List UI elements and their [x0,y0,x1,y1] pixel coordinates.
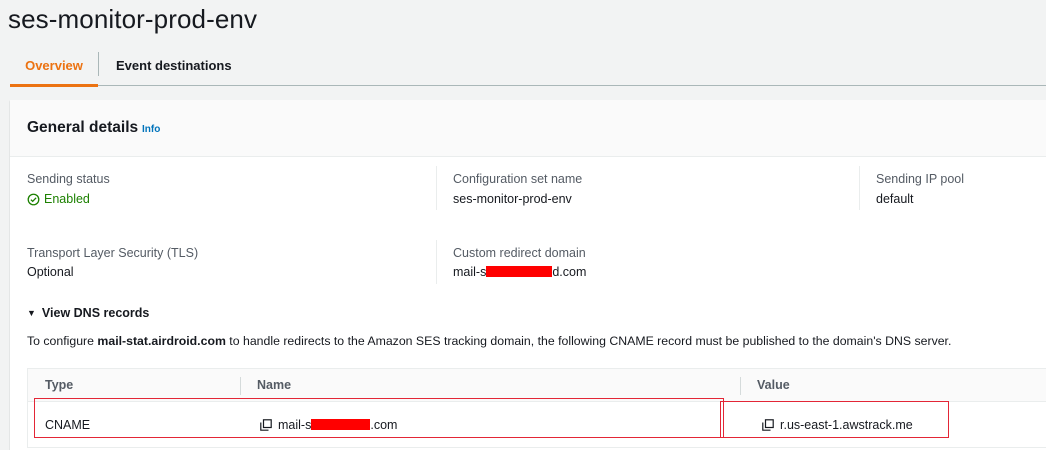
caret-down-icon: ▼ [27,308,36,318]
column-divider [436,240,437,284]
redirect-domain-suffix: d.com [552,265,587,279]
redirect-domain-prefix: mail-s [453,265,487,279]
dns-desc-prefix: To configure [27,334,98,348]
config-set-name-value: ses-monitor-prod-env [453,192,572,206]
status-positive-icon [27,193,40,205]
tab-overview[interactable]: Overview [10,44,98,87]
tls-label: Transport Layer Security (TLS) [27,246,199,260]
ip-pool-label: Sending IP pool [876,172,965,186]
panel-header: General details Info [10,100,1046,157]
sending-status-label: Sending status [27,172,110,186]
general-details-panel: General details Info Sending status Enab… [10,100,1046,450]
view-dns-records-toggle[interactable]: ▼ View DNS records [27,306,149,320]
column-header-value[interactable]: Value [757,378,790,392]
panel-title: General details [27,119,139,136]
column-header-type[interactable]: Type [45,378,73,392]
redirect-domain-label: Custom redirect domain [453,246,586,260]
info-link[interactable]: Info [142,124,160,135]
redirect-domain-value: mail-s d.com [453,265,586,279]
redaction-bar [486,266,553,277]
ip-pool-value: default [876,192,914,206]
tab-event-destinations[interactable]: Event destinations [116,44,232,86]
tls-value: Optional [27,265,74,279]
sending-status-value: Enabled [27,192,90,206]
tab-separator [98,52,99,76]
dns-desc-domain: mail-stat.airdroid.com [97,334,226,348]
column-header-name[interactable]: Name [257,378,291,392]
tab-bar: Overview Event destinations [10,44,1046,87]
page-title: ses-monitor-prod-env [8,4,258,34]
column-divider [859,166,860,210]
column-divider [436,166,437,210]
view-dns-records-label: View DNS records [41,306,150,320]
dns-desc-suffix: to handle redirects to the Amazon SES tr… [225,334,952,348]
config-set-name-label: Configuration set name [453,172,583,186]
column-divider [740,377,741,395]
highlight-box-value [720,401,949,438]
highlight-box-row [34,398,724,438]
sending-status-text: Enabled [44,192,90,206]
dns-description: To configure mail-stat.airdroid.com to h… [27,334,951,348]
column-divider [240,377,241,395]
